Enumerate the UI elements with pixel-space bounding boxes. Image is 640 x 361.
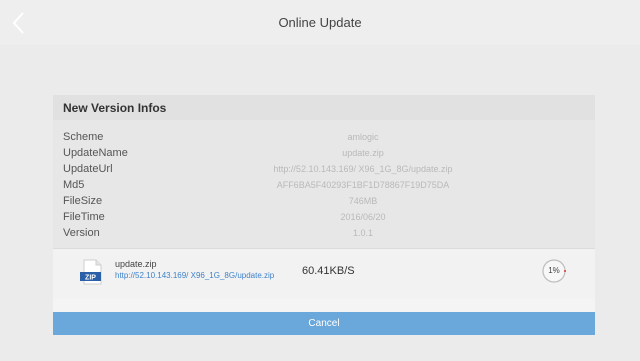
info-row-version: Version 1.0.1 <box>53 227 595 243</box>
zip-file-icon: ZIP <box>80 259 102 285</box>
progress-percent: 1% <box>548 266 560 275</box>
version-info-list: Scheme amlogic UpdateName update.zip Upd… <box>53 120 595 248</box>
info-row-update-url: UpdateUrl http://52.10.143.169/ X96_1G_8… <box>53 163 595 179</box>
info-value: 1.0.1 <box>352 228 374 238</box>
download-item: ZIP update.zip http://52.10.143.169/ X96… <box>53 248 595 299</box>
info-key: Version <box>63 227 100 239</box>
version-info-card: New Version Infos Scheme amlogic UpdateN… <box>53 95 595 335</box>
info-value: update.zip <box>342 148 384 158</box>
title-bar: Online Update <box>0 0 640 45</box>
download-url-link[interactable]: http://52.10.143.169/ X96_1G_8G/update.z… <box>115 271 274 280</box>
info-key: Md5 <box>63 179 85 191</box>
info-row-file-time: FileTime 2016/06/20 <box>53 211 595 227</box>
chevron-left-icon <box>12 12 24 34</box>
info-row-file-size: FileSize 746MB <box>53 195 595 211</box>
info-row-update-name: UpdateName update.zip <box>53 147 595 163</box>
download-file-name: update.zip <box>115 259 157 269</box>
info-value: http://52.10.143.169/ X96_1G_8G/update.z… <box>273 164 453 174</box>
info-key: FileSize <box>63 195 103 207</box>
page-title: Online Update <box>278 15 362 30</box>
back-button[interactable] <box>8 10 32 36</box>
info-key: UpdateName <box>63 147 128 159</box>
online-update-screen: Online Update New Version Infos Scheme a… <box>0 0 640 361</box>
info-row-scheme: Scheme amlogic <box>53 131 595 147</box>
info-key: Scheme <box>63 131 104 143</box>
info-value: 746MB <box>348 196 378 206</box>
info-key: FileTime <box>63 211 105 223</box>
cancel-button[interactable]: Cancel <box>53 312 595 335</box>
info-value: 2016/06/20 <box>340 212 386 222</box>
info-key: UpdateUrl <box>63 163 113 175</box>
download-speed: 60.41KB/S <box>302 265 355 277</box>
zip-icon-label: ZIP <box>85 275 96 282</box>
card-title: New Version Infos <box>53 95 595 120</box>
info-row-md5: Md5 AFF6BA5F40293F1BF1D78867F19D75DA <box>53 179 595 195</box>
info-value: AFF6BA5F40293F1BF1D78867F19D75DA <box>276 180 450 190</box>
info-value: amlogic <box>347 132 379 142</box>
